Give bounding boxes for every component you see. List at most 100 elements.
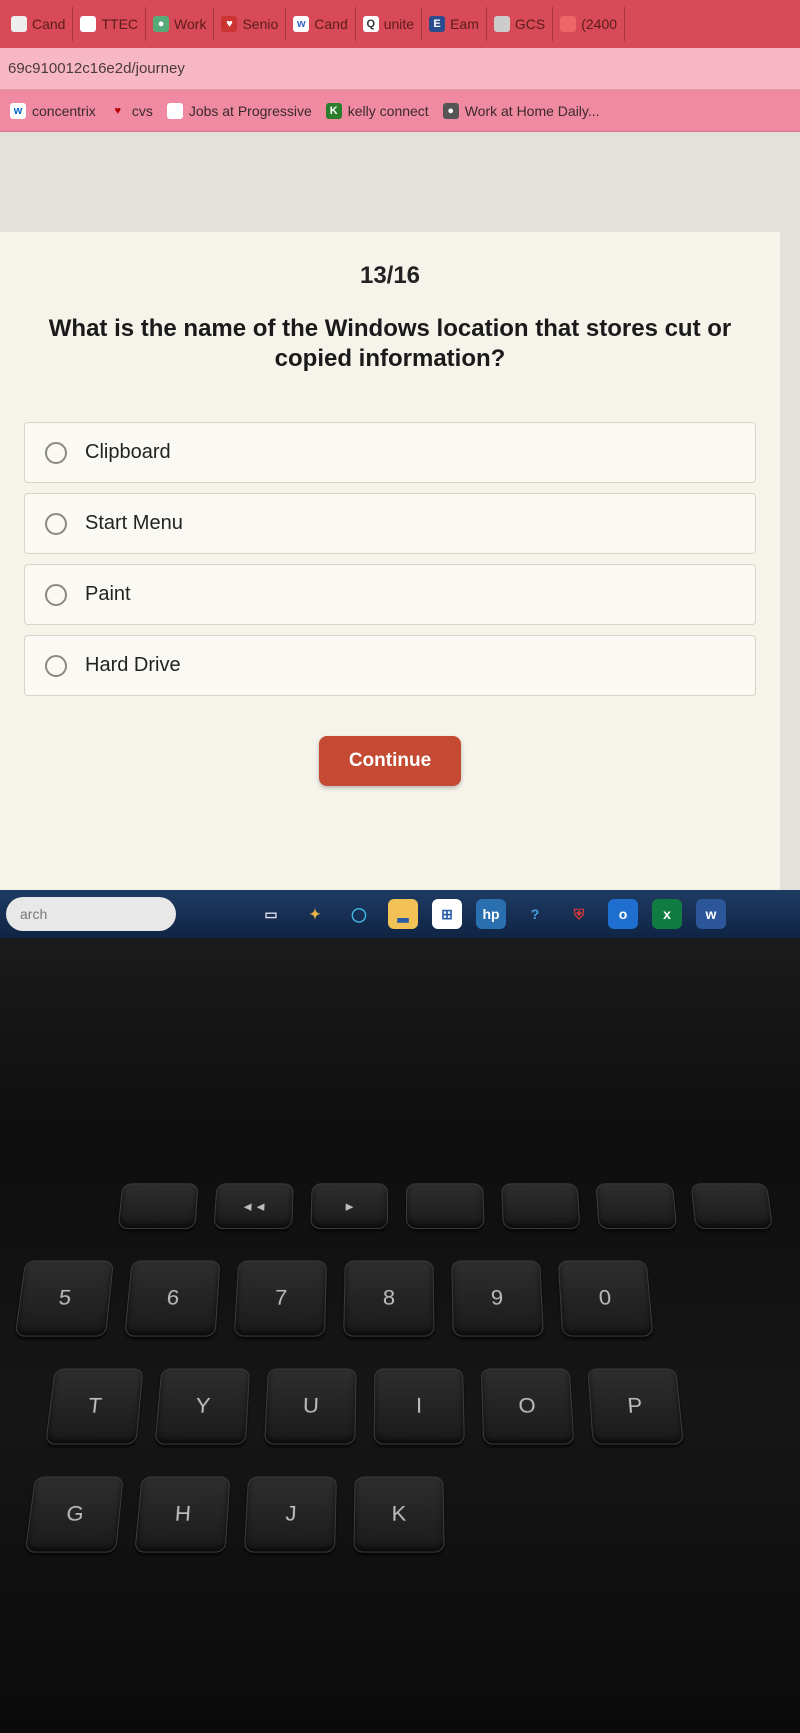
help-icon[interactable]: ?	[520, 899, 550, 929]
keyboard-key: 9	[451, 1260, 544, 1336]
bookmark-concentrix[interactable]: w concentrix	[10, 103, 96, 119]
page-viewport: 13/16 What is the name of the Windows lo…	[0, 132, 800, 890]
ms-store-icon[interactable]: ⊞	[432, 899, 462, 929]
keyboard-key: P	[587, 1368, 683, 1444]
url-text: 69c910012c16e2d/journey	[8, 60, 185, 77]
keyboard-key: 7	[234, 1260, 327, 1336]
keyboard-key	[690, 1183, 773, 1229]
bookmarks-bar: w concentrix ♥ cvs Jobs at Progressive K…	[0, 90, 800, 132]
keyboard-key: Y	[155, 1368, 250, 1444]
keyboard-key: T	[45, 1368, 143, 1444]
answer-option[interactable]: Paint	[24, 564, 756, 625]
w-icon: w	[10, 103, 26, 119]
favicon-icon	[560, 16, 576, 32]
search-placeholder: arch	[20, 906, 47, 922]
search-icon: Q	[363, 16, 379, 32]
excel-icon[interactable]: x	[652, 899, 682, 929]
heart-icon: ♥	[110, 103, 126, 119]
w-icon: w	[293, 16, 309, 32]
file-explorer-icon[interactable]: ▂	[388, 899, 418, 929]
tab-label: GCS	[515, 16, 545, 32]
bookmark-progressive[interactable]: Jobs at Progressive	[167, 103, 312, 119]
bookmark-label: cvs	[132, 103, 153, 119]
tab-label: Senio	[242, 16, 278, 32]
bookmark-label: Jobs at Progressive	[189, 103, 312, 119]
keyboard: ◄◄► 567890 TYUIOP GHJK	[0, 1168, 800, 1568]
keyboard-key	[118, 1183, 199, 1229]
edge-icon[interactable]: ◯	[344, 899, 374, 929]
task-view-icon[interactable]: ▭	[256, 899, 286, 929]
taskbar-search[interactable]: arch	[6, 897, 176, 931]
keyboard-key: I	[374, 1368, 465, 1444]
address-bar[interactable]: 69c910012c16e2d/journey	[0, 48, 800, 90]
bookmark-label: Work at Home Daily...	[465, 103, 600, 119]
question-text: What is the name of the Windows location…	[16, 314, 764, 374]
continue-button[interactable]: Continue	[319, 736, 461, 786]
bookmark-kelly-connect[interactable]: K kelly connect	[326, 103, 429, 119]
browser-tab-strip: Cand TTEC ● Work ♥ Senio w Cand Q unite …	[0, 0, 800, 48]
keyboard-key: O	[481, 1368, 575, 1444]
favicon-icon	[494, 16, 510, 32]
radio-icon	[45, 584, 67, 606]
browser-tab[interactable]: E Eam	[422, 7, 487, 41]
answer-options: Clipboard Start Menu Paint Hard Drive	[24, 422, 756, 696]
radio-icon	[45, 655, 67, 677]
word-icon[interactable]: w	[696, 899, 726, 929]
browser-tab[interactable]: ♥ Senio	[214, 7, 286, 41]
browser-tab[interactable]: Cand	[4, 7, 73, 41]
tab-label: Eam	[450, 16, 479, 32]
radio-icon	[45, 442, 67, 464]
bookmark-cvs[interactable]: ♥ cvs	[110, 103, 153, 119]
mcafee-icon[interactable]: ⛨	[564, 899, 594, 929]
option-label: Hard Drive	[85, 654, 181, 677]
browser-tab[interactable]: Q unite	[356, 7, 422, 41]
option-label: Clipboard	[85, 441, 171, 464]
answer-option[interactable]: Hard Drive	[24, 635, 756, 696]
favicon-icon: ●	[153, 16, 169, 32]
hp-icon[interactable]: hp	[476, 899, 506, 929]
quiz-card: 13/16 What is the name of the Windows lo…	[0, 232, 780, 890]
bookmark-label: kelly connect	[348, 103, 429, 119]
option-label: Paint	[85, 583, 131, 606]
square-icon	[167, 103, 183, 119]
favicon-icon: E	[429, 16, 445, 32]
favicon-icon	[11, 16, 27, 32]
tab-label: Cand	[314, 16, 347, 32]
keyboard-key: G	[25, 1476, 124, 1552]
k-icon: K	[326, 103, 342, 119]
outlook-icon[interactable]: o	[608, 899, 638, 929]
keyboard-key: ◄◄	[214, 1183, 294, 1229]
browser-tab[interactable]: (2400	[553, 7, 625, 41]
keyboard-key	[501, 1183, 581, 1229]
bookmark-work-at-home[interactable]: ● Work at Home Daily...	[443, 103, 600, 119]
heart-icon: ♥	[221, 16, 237, 32]
answer-option[interactable]: Clipboard	[24, 422, 756, 483]
favicon-icon	[80, 16, 96, 32]
tab-label: TTEC	[101, 16, 138, 32]
keyboard-key	[406, 1183, 484, 1229]
dot-icon: ●	[443, 103, 459, 119]
browser-tab[interactable]: w Cand	[286, 7, 355, 41]
bookmark-label: concentrix	[32, 103, 96, 119]
browser-tab[interactable]: TTEC	[73, 7, 146, 41]
tab-label: unite	[384, 16, 414, 32]
option-label: Start Menu	[85, 512, 183, 535]
windows-taskbar: arch ▭ ✦ ◯ ▂ ⊞ hp? ⛨ oxw	[0, 890, 800, 938]
keyboard-key	[595, 1183, 676, 1229]
copilot-icon[interactable]: ✦	[300, 899, 330, 929]
keyboard-key: 6	[124, 1260, 220, 1336]
keyboard-key: H	[134, 1476, 230, 1552]
question-progress: 13/16	[16, 262, 764, 290]
keyboard-key: 0	[558, 1260, 654, 1336]
browser-tab[interactable]: ● Work	[146, 7, 214, 41]
keyboard-key: J	[244, 1476, 337, 1552]
tab-label: (2400	[581, 16, 617, 32]
keyboard-key: 5	[15, 1260, 114, 1336]
answer-option[interactable]: Start Menu	[24, 493, 756, 554]
tab-label: Cand	[32, 16, 65, 32]
keyboard-key: K	[353, 1476, 444, 1552]
browser-tab[interactable]: GCS	[487, 7, 553, 41]
taskbar-pinned-apps: ▭ ✦ ◯ ▂ ⊞ hp? ⛨ oxw	[188, 899, 794, 929]
keyboard-key: U	[264, 1368, 356, 1444]
radio-icon	[45, 513, 67, 535]
